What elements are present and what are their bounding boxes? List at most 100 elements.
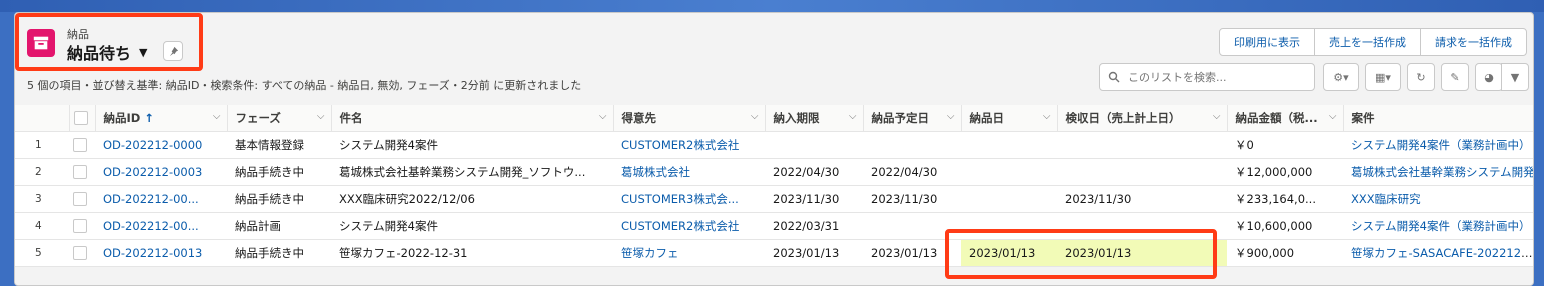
amount-cell: ￥10,600,000 (1227, 212, 1343, 240)
column-header-planned-date[interactable]: 納品予定日 ⌵ (863, 105, 962, 132)
chevron-down-icon[interactable]: ⌵ (947, 111, 955, 122)
search-icon (1108, 71, 1120, 83)
amount-cell: ￥900,000 (1227, 239, 1343, 267)
filter-button[interactable]: ▼ (1501, 63, 1529, 91)
customer-link[interactable]: CUSTOMER2株式会社 (621, 138, 739, 152)
print-view-button[interactable]: 印刷用に表示 (1219, 28, 1315, 56)
column-header-deadline[interactable]: 納入期限 ⌵ (765, 105, 864, 132)
project-link[interactable]: システム開発4案件（業務計画中） (1351, 219, 1530, 233)
bulk-create-sales-button[interactable]: 売上を一括作成 (1314, 28, 1421, 56)
record-id-link[interactable]: OD-202212-0003 (103, 165, 202, 179)
record-id-link[interactable]: OD-202212-00... (103, 192, 199, 206)
column-header-delivery-date[interactable]: 納品日 ⌵ (961, 105, 1058, 132)
list-view-card: 納品 納品待ち ▼ 5 個の項目・並び替え基準: 納品ID・検索条件: すべての… (14, 12, 1534, 286)
column-header-id[interactable]: 納品ID ↑ ⌵ (95, 105, 228, 132)
record-id-link[interactable]: OD-202212-00... (103, 219, 199, 233)
column-header-amount[interactable]: 納品金額（税... ⌵ (1227, 105, 1344, 132)
planned-date-cell: 2023/01/13 (863, 239, 961, 267)
chevron-down-icon[interactable]: ⌵ (213, 111, 221, 122)
table-filler-row (15, 266, 1533, 285)
list-settings-button[interactable]: ⚙▾ (1323, 63, 1359, 91)
inline-edit-button[interactable]: ✎ (1441, 63, 1469, 91)
planned-date-cell (863, 131, 961, 159)
list-view-selector[interactable]: 納品待ち ▼ (67, 40, 147, 64)
pie-chart-icon: ◕ (1484, 70, 1494, 84)
refresh-icon: ↻ (1416, 70, 1426, 84)
record-id-link[interactable]: OD-202212-0013 (103, 246, 202, 260)
table-row: 4 OD-202212-00... 納品計画 システム開発4案件 CUSTOME… (15, 212, 1533, 240)
customer-link[interactable]: CUSTOMER3株式会... (621, 192, 739, 206)
row-checkbox[interactable] (73, 219, 87, 234)
chevron-down-icon[interactable]: ⌵ (1043, 111, 1051, 122)
chart-button[interactable]: ◕ (1475, 63, 1503, 91)
pencil-icon: ✎ (1450, 70, 1460, 84)
project-link[interactable]: システム開発4案件（業務計画中） (1351, 138, 1530, 152)
list-status-text: 5 個の項目・並び替え基準: 納品ID・検索条件: すべての納品 - 納品日, … (27, 79, 582, 92)
row-checkbox[interactable] (73, 246, 87, 261)
project-link[interactable]: 葛城株式会社基幹業務システム開発 (1351, 165, 1533, 179)
deadline-cell: 2023/01/13 (765, 239, 863, 267)
row-checkbox[interactable] (73, 138, 87, 153)
chevron-down-icon[interactable]: ⌵ (1329, 111, 1337, 122)
chevron-down-icon[interactable]: ⌵ (1213, 111, 1221, 122)
sort-ascending-icon: ↑ (144, 111, 154, 125)
search-input[interactable] (1126, 69, 1310, 85)
amount-cell: ￥12,000,000 (1227, 158, 1343, 186)
column-header-acceptance-date[interactable]: 検収日（売上計上日） ⌵ (1057, 105, 1228, 132)
bulk-create-invoice-button[interactable]: 請求を一括作成 (1420, 28, 1527, 56)
select-all-header[interactable] (69, 105, 96, 132)
chevron-down-icon[interactable]: ⌵ (317, 111, 325, 122)
records-table: 納品ID ↑ ⌵ フェーズ ⌵ 件名 ⌵ 得意先 ⌵ 納入期限 ⌵ 納品予定日 ⌵ 納品日 ⌵ … (15, 105, 1533, 285)
record-id-link[interactable]: OD-202212-0000 (103, 138, 202, 152)
table-row: 1 OD-202212-0000 基本情報登録 システム開発4案件 CUSTOM… (15, 131, 1533, 159)
phase-cell: 納品手続き中 (227, 239, 331, 267)
row-checkbox[interactable] (73, 192, 87, 207)
customer-link[interactable]: 笹塚カフェ (621, 246, 679, 260)
deadline-cell: 2022/04/30 (765, 158, 863, 186)
planned-date-cell (863, 212, 961, 240)
column-header-project[interactable]: 案件 (1343, 105, 1533, 132)
delivery-date-cell (961, 158, 1057, 186)
pin-icon (169, 46, 178, 56)
deadline-cell: 2022/03/31 (765, 212, 863, 240)
pin-button[interactable] (163, 41, 183, 61)
phase-cell: 納品手続き中 (227, 185, 331, 213)
table-header-row: 納品ID ↑ ⌵ フェーズ ⌵ 件名 ⌵ 得意先 ⌵ 納入期限 ⌵ 納品予定日 ⌵ 納品日 ⌵ … (15, 105, 1533, 132)
filter-icon: ▼ (1510, 70, 1520, 84)
row-number: 1 (15, 131, 69, 159)
column-header-subject[interactable]: 件名 ⌵ (331, 105, 614, 132)
row-checkbox[interactable] (73, 165, 87, 180)
project-link[interactable]: 笹塚カフェ-SASACAFE-20221201-20 (1351, 246, 1533, 260)
planned-date-cell: 2022/04/30 (863, 158, 961, 186)
chevron-down-icon[interactable]: ⌵ (599, 111, 607, 122)
column-header-phase[interactable]: フェーズ ⌵ (227, 105, 332, 132)
row-number: 2 (15, 158, 69, 186)
table-row: 2 OD-202212-0003 納品手続き中 葛城株式会社基幹業務システム開発… (15, 158, 1533, 186)
phase-cell: 基本情報登録 (227, 131, 331, 159)
acceptance-date-cell (1057, 158, 1227, 186)
select-all-checkbox[interactable] (73, 111, 88, 126)
acceptance-date-cell: 2023/11/30 (1057, 185, 1227, 213)
amount-cell: ￥233,164,0... (1227, 185, 1343, 213)
refresh-button[interactable]: ↻ (1407, 63, 1435, 91)
chevron-down-icon[interactable]: ⌵ (751, 111, 759, 122)
list-title: 納品待ち (67, 44, 132, 63)
display-as-button[interactable]: ▦▾ (1365, 63, 1401, 91)
table-row: 5 OD-202212-0013 納品手続き中 笹塚カフェ-2022-12-31… (15, 239, 1533, 267)
column-header-customer[interactable]: 得意先 ⌵ (613, 105, 766, 132)
table-row: 3 OD-202212-00... 納品手続き中 XXX臨床研究2022/12/… (15, 185, 1533, 213)
chevron-down-icon[interactable]: ⌵ (849, 111, 857, 122)
row-number: 5 (15, 239, 69, 267)
subject-cell: XXX臨床研究2022/12/06 (331, 185, 613, 213)
deadline-cell: 2023/11/30 (765, 185, 863, 213)
delivery-date-cell (961, 185, 1057, 213)
acceptance-date-cell (1057, 131, 1227, 159)
project-link[interactable]: XXX臨床研究 (1351, 192, 1421, 206)
customer-link[interactable]: CUSTOMER2株式会社 (621, 219, 739, 233)
gear-icon: ⚙▾ (1333, 70, 1349, 84)
action-button-group: 印刷用に表示 売上を一括作成 請求を一括作成 (1219, 28, 1527, 56)
table-icon: ▦▾ (1375, 70, 1391, 84)
list-search (1099, 63, 1315, 91)
customer-link[interactable]: 葛城株式会社 (621, 165, 690, 179)
subject-cell: システム開発4案件 (331, 212, 613, 240)
